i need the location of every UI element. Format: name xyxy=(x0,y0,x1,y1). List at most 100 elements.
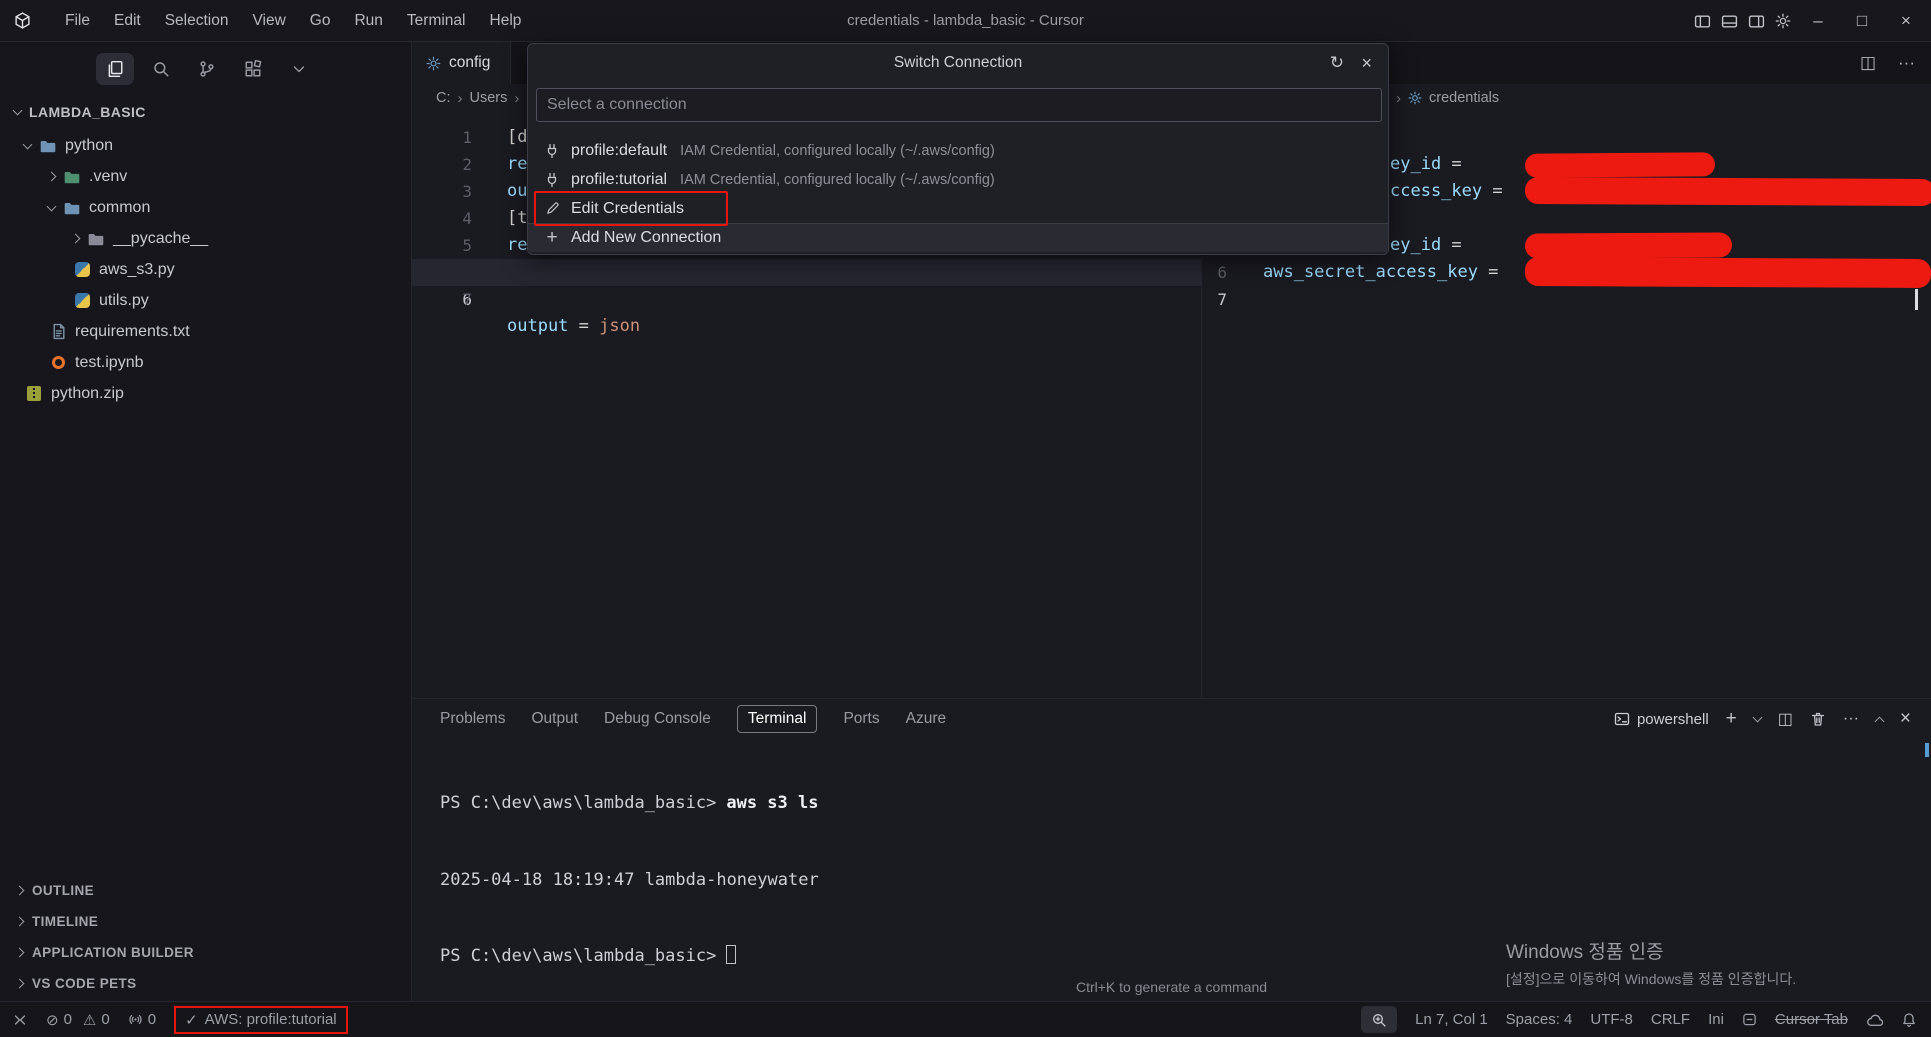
connection-search-input[interactable]: Select a connection xyxy=(536,88,1382,122)
menu-selection[interactable]: Selection xyxy=(153,8,241,34)
toggle-panel-icon[interactable] xyxy=(1721,13,1738,30)
menu-view[interactable]: View xyxy=(240,8,297,34)
tab-ports[interactable]: Ports xyxy=(843,710,879,728)
item-edit-credentials[interactable]: Edit Credentials xyxy=(528,194,1388,223)
menu-edit[interactable]: Edit xyxy=(102,8,153,34)
toggle-primary-sidebar-icon[interactable] xyxy=(1694,13,1711,30)
tab-output[interactable]: Output xyxy=(531,710,578,728)
item-profile-default[interactable]: profile:default IAM Credential, configur… xyxy=(528,136,1388,165)
folder-icon xyxy=(62,199,82,217)
item-add-new-connection[interactable]: + Add New Connection xyxy=(528,223,1388,252)
tab-config[interactable]: config xyxy=(412,42,512,84)
cursor-tab-icon[interactable] xyxy=(1742,1012,1757,1027)
ports-count: 0 xyxy=(147,1011,157,1028)
breadcrumb-users[interactable]: Users xyxy=(470,90,508,106)
line-col-status[interactable]: Ln 7, Col 1 xyxy=(1415,1011,1488,1028)
tree-item-label: requirements.txt xyxy=(75,322,190,340)
tab-debug-console[interactable]: Debug Console xyxy=(604,710,711,728)
tab-terminal[interactable]: Terminal xyxy=(736,705,818,733)
code-line: output = json xyxy=(507,316,641,336)
shell-label: powershell xyxy=(1636,710,1709,728)
refresh-icon[interactable]: ↻ xyxy=(1330,53,1344,73)
menu-file[interactable]: File xyxy=(53,8,102,34)
shell-selector[interactable]: powershell xyxy=(1614,711,1709,728)
settings-gear-icon[interactable] xyxy=(1775,13,1791,29)
source-control-icon[interactable] xyxy=(188,53,226,85)
editor-more-actions-icon[interactable]: ··· xyxy=(1898,53,1915,73)
chevron-right-icon xyxy=(14,947,25,958)
tab-problems[interactable]: Problems xyxy=(440,710,505,728)
line-number: 7 xyxy=(462,290,472,309)
tree-item-utils[interactable]: utils.py xyxy=(0,285,411,316)
title-bar: File Edit Selection View Go Run Terminal… xyxy=(0,0,1931,42)
tree-item-requirements[interactable]: requirements.txt xyxy=(0,316,411,347)
breadcrumb-credentials[interactable]: credentials xyxy=(1429,90,1499,106)
tree-item-pycache[interactable]: __pycache__ xyxy=(0,223,411,254)
ports-status[interactable]: 0 xyxy=(128,1011,156,1028)
tree-item-label: python.zip xyxy=(51,384,124,402)
sidebar-sections: OUTLINE TIMELINE APPLICATION BUILDER VS … xyxy=(0,875,411,999)
chevron-right-icon xyxy=(14,885,25,896)
menu-run[interactable]: Run xyxy=(342,8,394,34)
folder-icon xyxy=(86,230,106,248)
radio-tower-icon xyxy=(128,1012,143,1027)
new-terminal-icon[interactable]: + xyxy=(1726,708,1737,730)
menu-go[interactable]: Go xyxy=(298,8,343,34)
aws-profile-status[interactable]: ✓ AWS: profile:tutorial xyxy=(174,1005,348,1034)
terminal-line: PS C:\dev\aws\lambda_basic> xyxy=(440,944,819,970)
tree-item-notebook[interactable]: test.ipynb xyxy=(0,347,411,378)
language-mode-status[interactable]: Ini xyxy=(1708,1011,1724,1028)
tree-item-label: common xyxy=(89,198,151,216)
remote-indicator-icon[interactable] xyxy=(12,1012,28,1028)
kill-terminal-trash-icon[interactable] xyxy=(1810,711,1826,727)
more-views-chevron-icon[interactable] xyxy=(280,53,318,85)
editor-cursor xyxy=(1915,289,1918,310)
tree-item-venv[interactable]: .venv xyxy=(0,161,411,192)
tree-item-python-zip[interactable]: python.zip xyxy=(0,378,411,409)
chevron-right-icon: › xyxy=(457,89,463,107)
terminal-output[interactable]: PS C:\dev\aws\lambda_basic> aws s3 ls 202… xyxy=(440,740,819,1021)
panel-scrollbar-marker[interactable] xyxy=(1925,743,1929,757)
minimize-button[interactable]: – xyxy=(1801,11,1835,31)
close-dialog-icon[interactable]: × xyxy=(1361,53,1372,74)
encoding-status[interactable]: UTF-8 xyxy=(1590,1011,1633,1028)
indentation-status[interactable]: Spaces: 4 xyxy=(1506,1011,1573,1028)
tree-item-common[interactable]: common xyxy=(0,192,411,223)
section-timeline[interactable]: TIMELINE xyxy=(0,906,411,937)
maximize-button[interactable]: □ xyxy=(1845,11,1879,31)
tab-azure[interactable]: Azure xyxy=(906,710,947,728)
toggle-secondary-sidebar-icon[interactable] xyxy=(1748,13,1765,30)
search-icon[interactable] xyxy=(142,53,180,85)
split-editor-icon[interactable]: ◫ xyxy=(1860,53,1876,73)
tree-item-aws-s3[interactable]: aws_s3.py xyxy=(0,254,411,285)
explorer-root[interactable]: LAMBDA_BASIC xyxy=(0,96,411,128)
panel-more-actions-icon[interactable]: ··· xyxy=(1843,710,1859,728)
line-number: 5 xyxy=(462,236,472,255)
eol-status[interactable]: CRLF xyxy=(1651,1011,1690,1028)
section-outline[interactable]: OUTLINE xyxy=(0,875,411,906)
terminal-dropdown-chevron-icon[interactable] xyxy=(1752,712,1763,723)
item-label: Edit Credentials xyxy=(571,199,684,217)
tree-item-label: python xyxy=(65,136,114,154)
zoom-button[interactable] xyxy=(1361,1006,1398,1033)
credentials-file-gear-icon xyxy=(1408,91,1422,105)
section-application-builder[interactable]: APPLICATION BUILDER xyxy=(0,937,411,968)
maximize-panel-chevron-icon[interactable] xyxy=(1874,716,1885,726)
notifications-bell-icon[interactable] xyxy=(1901,1012,1917,1028)
code-line: [t xyxy=(507,208,528,228)
menu-help[interactable]: Help xyxy=(478,8,534,34)
cursor-tab-status[interactable]: Cursor Tab xyxy=(1775,1011,1848,1028)
problems-status[interactable]: ⊘ 0 ⚠ 0 xyxy=(46,1011,110,1029)
item-profile-tutorial[interactable]: profile:tutorial IAM Credential, configu… xyxy=(528,165,1388,194)
explorer-icon[interactable] xyxy=(96,53,134,85)
tree-item-python[interactable]: python xyxy=(0,130,411,161)
close-window-button[interactable]: × xyxy=(1889,11,1923,31)
breadcrumb-drive[interactable]: C: xyxy=(436,90,451,106)
redaction-scribble xyxy=(1524,152,1716,178)
split-terminal-icon[interactable]: ◫ xyxy=(1778,709,1793,729)
menu-terminal[interactable]: Terminal xyxy=(395,8,478,34)
section-vs-code-pets[interactable]: VS CODE PETS xyxy=(0,968,411,999)
extensions-icon[interactable] xyxy=(234,53,272,85)
cloud-icon[interactable] xyxy=(1866,1011,1883,1028)
close-panel-icon[interactable]: × xyxy=(1900,708,1911,730)
